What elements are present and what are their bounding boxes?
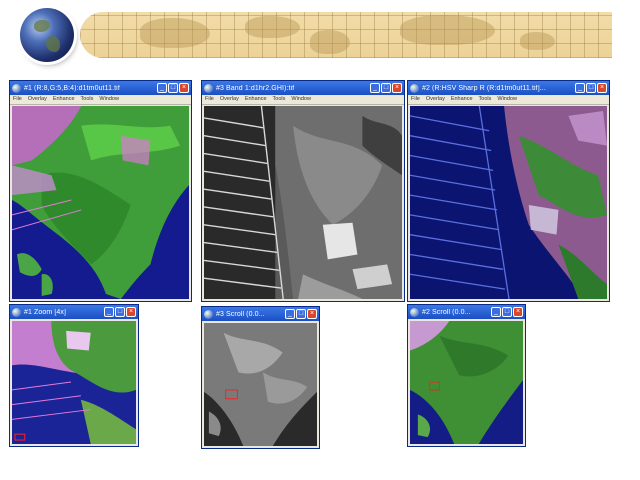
minimize-icon[interactable]: _ [491,307,501,317]
window-titlebar[interactable]: #1 (R:8,G:5,B:4):d1tm0ut11.tif _ □ × [10,81,191,95]
menu-bar: File Overlay Enhance Tools Window [408,95,609,105]
close-icon[interactable]: × [513,307,523,317]
window-titlebar[interactable]: #3 Scroll (0.0... _ □ × [202,307,319,321]
image-view[interactable] [204,106,402,299]
menu-file[interactable]: File [13,95,22,104]
image-window-hsv-sharpen[interactable]: #2 (R:HSV Sharp R (R:d1tm0ut11.tif]... _… [407,80,610,302]
window-titlebar[interactable]: #1 Zoom [4x] _ □ × [10,305,138,319]
menu-tools[interactable]: Tools [81,95,94,104]
maximize-icon[interactable]: □ [381,83,391,93]
close-icon[interactable]: × [179,83,189,93]
menu-overlay[interactable]: Overlay [426,95,445,104]
menu-tools[interactable]: Tools [479,95,492,104]
menu-enhance[interactable]: Enhance [245,95,267,104]
window-title: #1 Zoom [4x] [24,308,67,316]
close-icon[interactable]: × [392,83,402,93]
maximize-icon[interactable]: □ [296,309,306,319]
scroll-view[interactable] [204,323,317,446]
menu-file[interactable]: File [205,95,214,104]
close-icon[interactable]: × [307,309,317,319]
close-icon[interactable]: × [126,307,136,317]
window-titlebar[interactable]: #3 Band 1:d1hr2.GHI):tif _ □ × [202,81,404,95]
maximize-icon[interactable]: □ [168,83,178,93]
menu-overlay[interactable]: Overlay [220,95,239,104]
window-titlebar[interactable]: #2 Scroll (0.0... _ □ × [408,305,525,319]
menu-bar: File Overlay Enhance Tools Window [202,95,404,105]
app-icon [12,307,21,317]
menu-bar: File Overlay Enhance Tools Window [10,95,191,105]
maximize-icon[interactable]: □ [586,83,596,93]
minimize-icon[interactable]: _ [575,83,585,93]
minimize-icon[interactable]: _ [285,309,295,319]
globe-logo [20,8,74,62]
menu-enhance[interactable]: Enhance [451,95,473,104]
window-title: #3 Band 1:d1hr2.GHI):tif [216,84,295,92]
menu-overlay[interactable]: Overlay [28,95,47,104]
app-icon [204,83,213,93]
image-view[interactable] [12,106,189,299]
zoom-window[interactable]: #1 Zoom [4x] _ □ × [9,304,139,447]
app-icon [204,309,213,319]
menu-window[interactable]: Window [99,95,119,104]
minimize-icon[interactable]: _ [104,307,114,317]
image-window-composite[interactable]: #1 (R:8,G:5,B:4):d1tm0ut11.tif _ □ × Fil… [9,80,192,302]
menu-window[interactable]: Window [291,95,311,104]
window-titlebar[interactable]: #2 (R:HSV Sharp R (R:d1tm0ut11.tif]... _… [408,81,609,95]
minimize-icon[interactable]: _ [370,83,380,93]
scroll-view[interactable] [410,321,523,444]
close-icon[interactable]: × [597,83,607,93]
minimize-icon[interactable]: _ [157,83,167,93]
maximize-icon[interactable]: □ [115,307,125,317]
window-title: #1 (R:8,G:5,B:4):d1tm0ut11.tif [24,84,120,92]
scroll-window-composite[interactable]: #2 Scroll (0.0... _ □ × [407,304,526,447]
menu-window[interactable]: Window [497,95,517,104]
menu-tools[interactable]: Tools [273,95,286,104]
app-icon [410,307,419,317]
maximize-icon[interactable]: □ [502,307,512,317]
zoom-view[interactable] [12,321,136,444]
window-title: #2 (R:HSV Sharp R (R:d1tm0ut11.tif]... [422,84,546,92]
window-title: #3 Scroll (0.0... [216,310,265,318]
image-view[interactable] [410,106,607,299]
window-title: #2 Scroll (0.0... [422,308,471,316]
world-map-banner [80,12,612,58]
scroll-window-band[interactable]: #3 Scroll (0.0... _ □ × [201,306,320,449]
menu-enhance[interactable]: Enhance [53,95,75,104]
image-window-band[interactable]: #3 Band 1:d1hr2.GHI):tif _ □ × File Over… [201,80,405,302]
app-icon [410,83,419,93]
menu-file[interactable]: File [411,95,420,104]
app-icon [12,83,21,93]
